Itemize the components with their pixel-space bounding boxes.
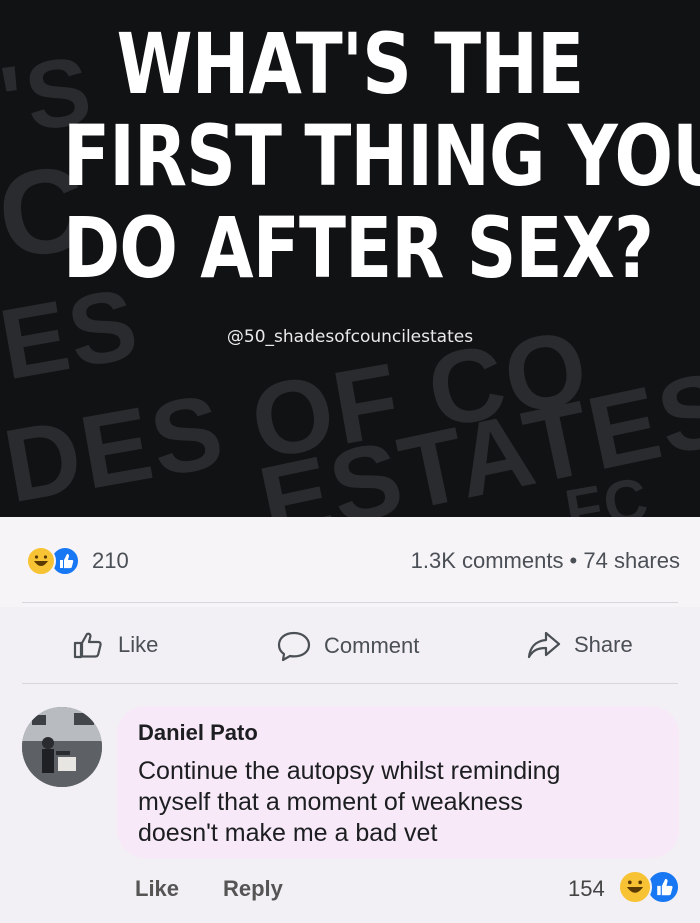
- comment-text-line: doesn't make me a bad vet: [138, 819, 438, 847]
- comment-reaction-count[interactable]: 154: [568, 876, 605, 902]
- comment-like-button[interactable]: Like: [135, 876, 179, 902]
- speech-bubble-icon: [276, 630, 312, 662]
- comment-text-line: myself that a moment of weakness: [138, 788, 523, 816]
- comment-text-line: Continue the autopsy whilst reminding: [138, 757, 561, 785]
- thumbs-up-icon: [72, 630, 106, 660]
- haha-icon: [26, 546, 56, 576]
- comment-button[interactable]: Comment: [276, 630, 419, 662]
- post-reaction-icons[interactable]: [26, 546, 80, 576]
- divider: [22, 602, 678, 603]
- comment-reaction-icons[interactable]: [618, 870, 680, 904]
- like-label: Like: [118, 632, 159, 657]
- haha-icon: [618, 870, 652, 904]
- account-handle: @50_shadesofcouncilestates: [226, 327, 474, 347]
- post-image[interactable]: 'S C ES DES OF CO ESTATES 50 FC WHAT'S T…: [0, 0, 700, 517]
- headline-line: WHAT'S THE: [116, 15, 585, 113]
- comment-reply-button[interactable]: Reply: [223, 876, 283, 902]
- divider: [22, 683, 678, 684]
- post-headline: WHAT'S THE FIRST THING YOU DO AFTER SEX?: [63, 15, 700, 297]
- comment-text: Continue the autopsy whilst reminding my…: [138, 756, 658, 849]
- comment-label: Comment: [324, 633, 420, 658]
- comment-author[interactable]: Daniel Pato: [138, 720, 258, 746]
- avatar[interactable]: [22, 707, 102, 787]
- like-button[interactable]: Like: [72, 630, 158, 660]
- share-label: Share: [574, 632, 633, 657]
- reaction-count[interactable]: 210: [92, 548, 129, 574]
- share-button[interactable]: Share: [526, 630, 633, 660]
- headline-line: FIRST THING YOU: [63, 107, 700, 205]
- comments-shares-count[interactable]: 1.3K comments • 74 shares: [411, 548, 680, 574]
- share-arrow-icon: [526, 630, 562, 660]
- headline-line: DO AFTER SEX?: [63, 199, 654, 297]
